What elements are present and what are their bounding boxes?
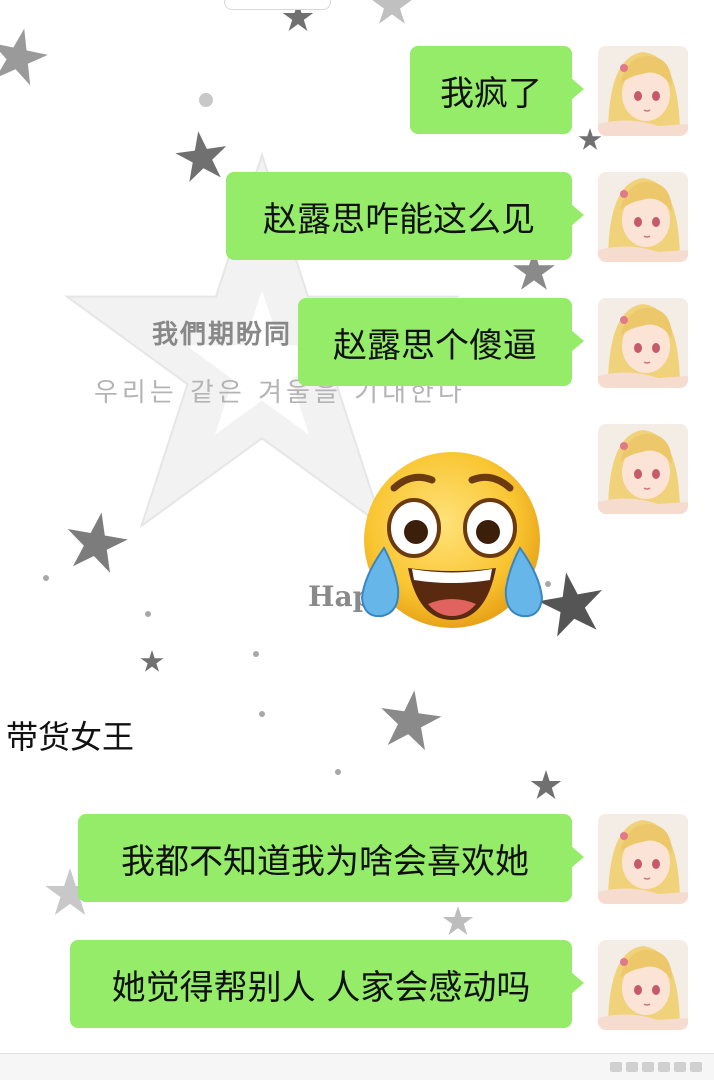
- sender-name: 带货女王: [6, 718, 135, 756]
- message-text: 她觉得帮别人 人家会感动吗: [111, 967, 531, 1008]
- platform-watermark-icon: [610, 1062, 702, 1072]
- message-text: 赵露思个傻逼: [333, 325, 537, 366]
- anime-avatar-icon: [598, 814, 688, 904]
- avatar[interactable]: [598, 172, 688, 262]
- avatar[interactable]: [598, 814, 688, 904]
- avatar[interactable]: [598, 298, 688, 388]
- message-row: 赵露思个傻逼: [0, 298, 714, 388]
- message-text: 我疯了: [440, 73, 542, 114]
- message-row: 我疯了: [0, 46, 714, 136]
- top-handle: [224, 0, 331, 10]
- avatar[interactable]: [598, 46, 688, 136]
- anime-avatar-icon: [598, 940, 688, 1030]
- anime-avatar-icon: [598, 424, 688, 514]
- message-row: 我都不知道我为啥会喜欢她: [0, 814, 714, 904]
- message-bubble[interactable]: 我都不知道我为啥会喜欢她: [78, 814, 584, 902]
- anime-avatar-icon: [598, 46, 688, 136]
- message-text: 我都不知道我为啥会喜欢她: [121, 841, 529, 882]
- avatar[interactable]: [598, 424, 688, 514]
- bottom-bar: [0, 1053, 714, 1080]
- message-bubble[interactable]: 赵露思咋能这么见: [226, 172, 584, 260]
- message-bubble[interactable]: 赵露思个傻逼: [298, 298, 584, 386]
- message-row: 她觉得帮别人 人家会感动吗: [0, 940, 714, 1030]
- avatar[interactable]: [598, 940, 688, 1030]
- laughing-crying-emoji-icon[interactable]: [354, 448, 550, 634]
- message-text: 赵露思咋能这么见: [263, 199, 535, 240]
- anime-avatar-icon: [598, 172, 688, 262]
- message-bubble[interactable]: 我疯了: [410, 46, 584, 134]
- message-row: 赵露思咋能这么见: [0, 172, 714, 262]
- message-bubble[interactable]: 她觉得帮别人 人家会感动吗: [70, 940, 584, 1028]
- anime-avatar-icon: [598, 298, 688, 388]
